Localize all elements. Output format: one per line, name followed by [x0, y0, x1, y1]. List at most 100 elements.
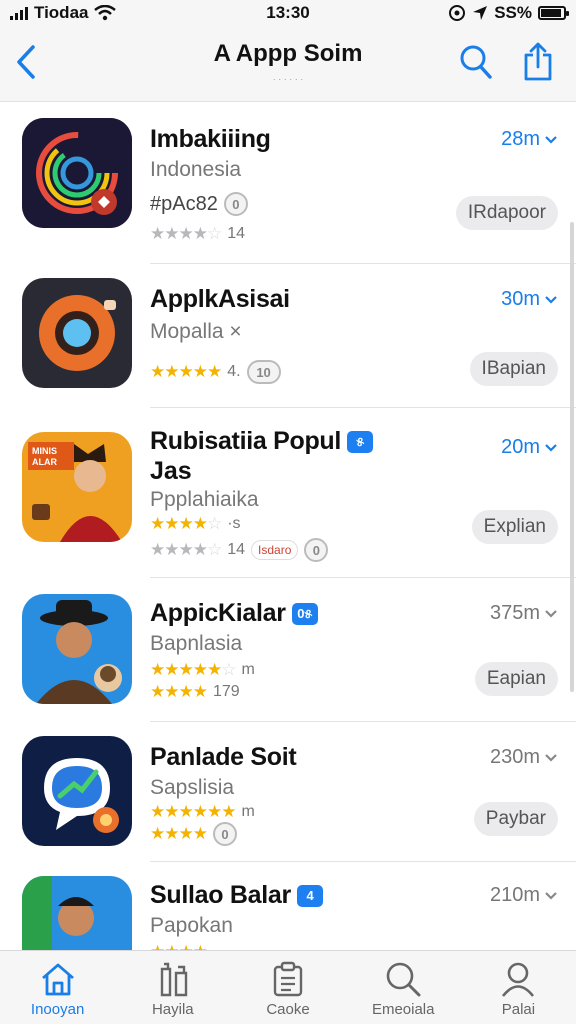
chevron-down-icon	[545, 753, 557, 762]
tab-label: Inooyan	[30, 1001, 85, 1018]
search-button[interactable]	[456, 40, 496, 84]
list-item[interactable]: Sullao Balar4 Papokan ★★★★ 210m	[0, 862, 576, 950]
tab-home[interactable]: Inooyan	[0, 951, 115, 1024]
get-button[interactable]: Explian	[471, 510, 558, 544]
app-subtitle: Bapnlasia	[150, 632, 243, 655]
app-name[interactable]: AppicKialar 0୫	[150, 598, 318, 628]
tab-label: Emeoiala	[371, 1001, 435, 1018]
rating-small: m	[241, 661, 255, 678]
star-rating-icon: ★★★★☆	[150, 224, 222, 243]
app-size[interactable]: 210m	[490, 884, 558, 907]
star-rating-icon: ★★★★☆	[150, 540, 222, 559]
app-icon-chat[interactable]	[22, 736, 132, 846]
chevron-down-icon	[545, 891, 557, 900]
svg-text:MINIS: MINIS	[32, 446, 57, 456]
app-size[interactable]: 20m	[501, 436, 558, 459]
app-size-label: 20m	[501, 436, 540, 458]
tab-bar: Inooyan Hayila Caoke Emeoiala Palai	[0, 950, 576, 1024]
app-icon-character[interactable]: MINIS ALAR	[22, 432, 132, 542]
tab-label: Palai	[501, 1001, 536, 1018]
star-rating-icon: ★★★★☆	[150, 514, 222, 533]
app-name[interactable]: ApplkAsisai	[150, 284, 290, 314]
rating-primary: ★★★★★☆ m	[150, 660, 255, 680]
app-size[interactable]: 28m	[501, 128, 558, 151]
get-button[interactable]: IRdapoor	[455, 196, 558, 230]
app-size-label: 230m	[489, 746, 540, 768]
app-icon-person[interactable]	[22, 876, 132, 950]
rating-small: ·s	[227, 515, 241, 532]
star-rating-icon: ★★★★★	[150, 362, 222, 381]
clock-time: 13:30	[266, 3, 310, 22]
app-size[interactable]: 375m	[490, 602, 558, 625]
list-item[interactable]: Panlade Soit Sapslisia ★★★★★★ m ★★★★ 0 2…	[0, 722, 576, 862]
verified-badge: 4	[296, 885, 323, 908]
rating-count: 4.	[227, 363, 241, 380]
app-size[interactable]: 230m	[490, 746, 558, 769]
app-size-label: 30m	[501, 288, 540, 310]
app-name[interactable]: Sullao Balar 4	[150, 880, 323, 910]
app-size-label: 28m	[501, 128, 540, 150]
app-name[interactable]: Imbakiiing	[150, 124, 271, 154]
star-rating-icon: ★★★★	[150, 682, 208, 701]
carrier-label: Tiodaa	[34, 3, 89, 22]
chevron-down-icon	[545, 443, 557, 452]
clipboard-icon	[273, 961, 303, 997]
app-meta: #pAc82 0	[150, 192, 248, 216]
age-badge: 0	[304, 538, 329, 562]
scrollbar[interactable]	[570, 222, 574, 692]
rating-primary: ★★★★☆ ·s	[150, 514, 241, 534]
star-rating-icon: ★★★★	[150, 824, 208, 843]
app-icon-rings[interactable]	[22, 118, 132, 228]
app-icon-camera[interactable]	[22, 278, 132, 388]
lock-rotation-icon	[449, 5, 466, 21]
bottles-icon	[160, 962, 187, 997]
app-name[interactable]: Panlade Soit	[150, 742, 297, 772]
signal-icon	[10, 6, 28, 20]
age-badge: 10	[246, 360, 281, 384]
get-button[interactable]: IBapian	[469, 352, 558, 386]
location-icon	[473, 6, 488, 20]
list-item[interactable]: MINIS ALAR Rubisatiia Popul ୫ Jas Ppplahi…	[0, 408, 576, 578]
share-button[interactable]	[518, 38, 558, 84]
tab-caoke[interactable]: Caoke	[230, 951, 345, 1024]
chevron-down-icon	[545, 135, 557, 144]
list-item[interactable]: Imbakiiing Indonesia #pAc82 0 ★★★★☆ 14 2…	[0, 102, 576, 264]
rating-secondary: ★★★★☆ 14 Isdaro 0	[150, 538, 329, 562]
tab-emeoiala[interactable]: Emeoiala	[346, 951, 461, 1024]
app-size-label: 210m	[489, 884, 540, 906]
rating-secondary: ★★★★ 179	[150, 682, 240, 702]
verified-badge: 0୫	[291, 603, 318, 626]
tab-label: Caoke	[266, 1001, 310, 1018]
rating-primary: ★★★★	[150, 942, 208, 950]
battery-percent: SS%	[494, 3, 532, 22]
status-bar: Tiodaa 13:30 SS%	[0, 0, 576, 26]
status-left: Tiodaa	[10, 3, 117, 23]
age-badge: 0	[223, 192, 248, 216]
nav-bar: A Appp Soim · · · · · ·	[0, 26, 576, 102]
star-rating-icon: ★★★★★☆	[150, 660, 236, 679]
chevron-down-icon	[545, 609, 557, 618]
app-size[interactable]: 30m	[501, 288, 558, 311]
publisher-pill: Isdaro	[251, 540, 299, 560]
app-name-line2: Jas	[150, 457, 192, 485]
person-icon	[502, 962, 535, 997]
app-list[interactable]: Imbakiiing Indonesia #pAc82 0 ★★★★☆ 14 2…	[0, 102, 576, 950]
get-button[interactable]: Eapian	[474, 662, 558, 696]
rating-small: m	[241, 803, 255, 820]
get-button[interactable]: Paybar	[473, 802, 558, 836]
app-subtitle: Sapslisia	[150, 776, 235, 799]
rating-count: 14	[227, 541, 246, 558]
rating-primary: ★★★★★★ m	[150, 802, 255, 822]
tab-hayila[interactable]: Hayila	[115, 951, 230, 1024]
battery-icon	[538, 6, 569, 20]
wifi-icon	[94, 5, 117, 21]
list-item[interactable]: ApplkAsisai Mopalla × ★★★★★ 4. 10 30m IB…	[0, 264, 576, 408]
app-icon-portrait[interactable]	[22, 594, 132, 704]
rating: ★★★★★ 4. 10	[150, 360, 281, 384]
app-name[interactable]: Rubisatiia Popul ୫	[150, 426, 374, 456]
list-item[interactable]: AppicKialar 0୫ Bapnlasia ★★★★★☆ m ★★★★ 17…	[0, 578, 576, 722]
app-name-label: Sullao Balar	[150, 881, 291, 909]
rating-secondary: ★★★★ 0	[150, 822, 237, 846]
tab-palai[interactable]: Palai	[461, 951, 576, 1024]
rating-count: 179	[212, 683, 240, 700]
